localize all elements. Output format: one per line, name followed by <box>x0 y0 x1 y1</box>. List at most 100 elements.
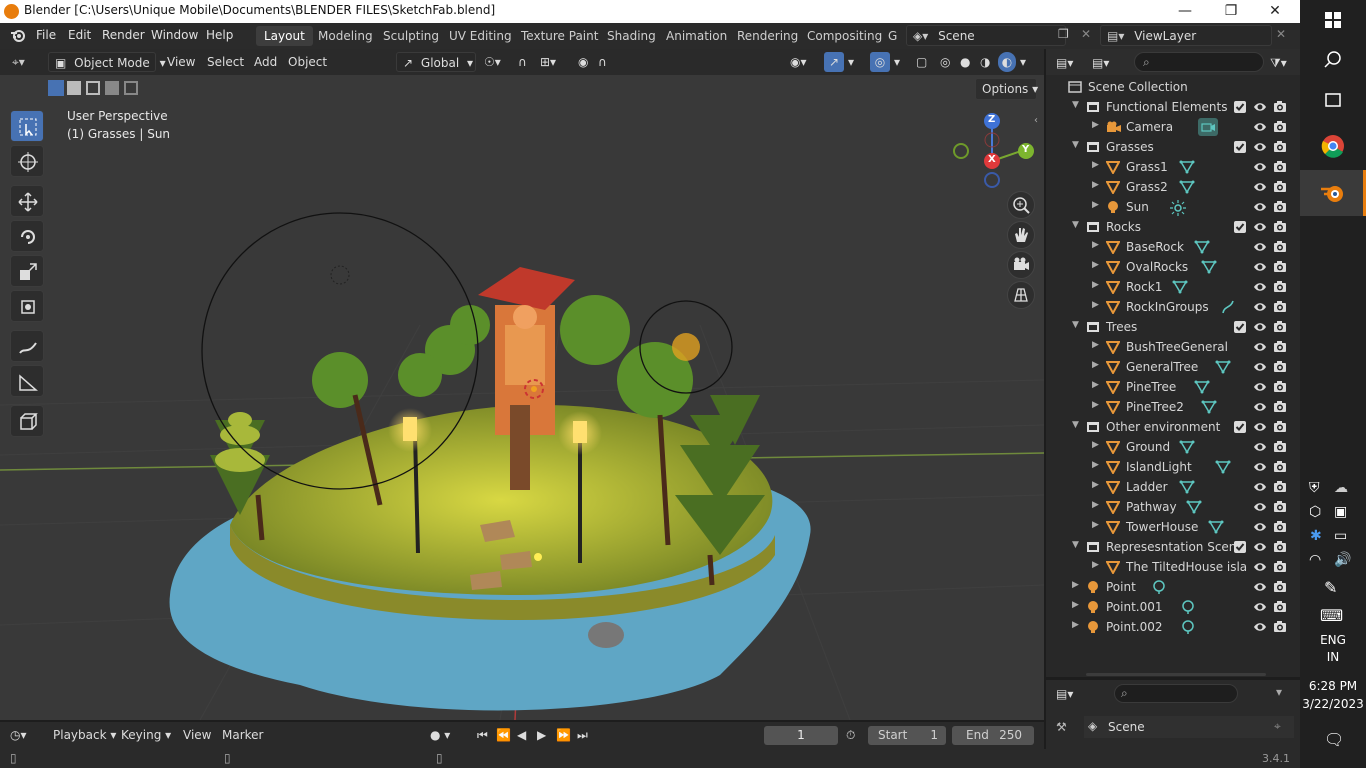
falloff-icon[interactable]: ∩ <box>598 52 607 72</box>
visibility-eye-icon[interactable] <box>1253 600 1267 614</box>
render-camera-icon[interactable] <box>1273 320 1287 334</box>
expand-arrow-down-icon[interactable]: ▼ <box>1072 540 1079 550</box>
render-camera-icon[interactable] <box>1273 360 1287 374</box>
tool-settings-icon[interactable]: ⚒ <box>1056 720 1067 734</box>
select-extend-icon[interactable] <box>67 81 81 95</box>
annotate-tool[interactable] <box>10 330 44 362</box>
expand-arrow-right-icon[interactable]: ▶ <box>1092 260 1099 270</box>
menu-file[interactable]: File <box>36 28 56 42</box>
visibility-eye-icon[interactable] <box>1253 220 1267 234</box>
visibility-eye-icon[interactable] <box>1253 620 1267 634</box>
expand-arrow-down-icon[interactable]: ▼ <box>1072 320 1079 330</box>
filter-icon[interactable]: ⧩▾ <box>1270 53 1287 73</box>
render-camera-icon[interactable] <box>1273 460 1287 474</box>
tab-sculpting[interactable]: Sculpting <box>375 26 447 46</box>
outliner-row[interactable]: ▼ Other environment <box>1046 417 1300 437</box>
select-box-tool[interactable] <box>10 110 44 142</box>
mesh-data-icon[interactable] <box>1194 380 1210 397</box>
visibility-eye-icon[interactable] <box>1253 320 1267 334</box>
keying-menu[interactable]: Keying ▾ <box>121 725 171 745</box>
outliner-row[interactable]: ▶ Grass1 <box>1046 157 1300 177</box>
expand-arrow-right-icon[interactable]: ▶ <box>1092 380 1099 390</box>
outliner-row[interactable]: ▶ Ground <box>1046 437 1300 457</box>
menu-add[interactable]: Add <box>254 52 277 72</box>
expand-arrow-down-icon[interactable]: ▼ <box>1072 420 1079 430</box>
gizmo-toggle-icon[interactable]: ↗ <box>824 52 844 72</box>
close-button[interactable]: ✕ <box>1252 0 1298 23</box>
render-camera-icon[interactable] <box>1273 340 1287 354</box>
chevron-down-icon[interactable]: ▾ <box>894 52 900 72</box>
3d-viewport[interactable]: User Perspective (1) Grasses | Sun Optio… <box>0 75 1044 720</box>
blender-taskbar-active[interactable] <box>1300 170 1366 216</box>
outliner-search-input[interactable]: ⌕ <box>1134 52 1264 72</box>
play-icon[interactable]: ▶ <box>537 725 546 745</box>
render-camera-icon[interactable] <box>1273 160 1287 174</box>
outliner-row[interactable]: ▶ Point.002 <box>1046 617 1300 637</box>
chevron-down-icon[interactable]: ▾ <box>1020 52 1026 72</box>
prev-keyframe-icon[interactable]: ⏪ <box>496 725 511 745</box>
pen-icon[interactable]: ✎ <box>1324 578 1337 597</box>
search-icon[interactable] <box>1317 44 1349 76</box>
keyboard-icon[interactable]: ⌨ <box>1320 606 1343 625</box>
clock-date[interactable]: 3/22/2023 <box>1300 697 1366 711</box>
exclude-checkbox[interactable] <box>1233 140 1247 154</box>
expand-arrow-right-icon[interactable]: ▶ <box>1092 120 1099 130</box>
outliner-row[interactable]: ▶ BaseRock <box>1046 237 1300 257</box>
expand-arrow-down-icon[interactable]: ▼ <box>1072 220 1079 230</box>
visibility-eye-icon[interactable] <box>1253 200 1267 214</box>
expand-arrow-right-icon[interactable]: ▶ <box>1092 400 1099 410</box>
outliner-row[interactable]: ▶ OvalRocks <box>1046 257 1300 277</box>
outliner-row[interactable]: ▶ GeneralTree <box>1046 357 1300 377</box>
language-label[interactable]: ENG <box>1320 633 1346 647</box>
outliner-row[interactable]: ▼ Represesntation Scene <box>1046 537 1300 557</box>
minimize-button[interactable]: — <box>1162 0 1208 23</box>
expand-arrow-right-icon[interactable]: ▶ <box>1072 600 1079 610</box>
marker-menu[interactable]: Marker <box>222 725 263 745</box>
editor-type-icon[interactable]: ⌖▾ <box>12 52 25 72</box>
outliner-row[interactable]: ▶ Rock1 <box>1046 277 1300 297</box>
render-camera-icon[interactable] <box>1273 620 1287 634</box>
tab-uv-editing[interactable]: UV Editing <box>441 26 520 46</box>
meet-now-icon[interactable]: ▣ <box>1334 504 1347 520</box>
expand-arrow-right-icon[interactable]: ▶ <box>1092 500 1099 510</box>
overlays-toggle-icon[interactable]: ◎ <box>870 52 890 72</box>
visibility-eye-icon[interactable] <box>1253 540 1267 554</box>
visibility-eye-icon[interactable] <box>1253 500 1267 514</box>
tab-compositing[interactable]: Compositing <box>799 26 890 46</box>
mesh-data-icon[interactable] <box>1194 240 1210 257</box>
mesh-data-icon[interactable] <box>1215 460 1231 477</box>
mesh-data-icon[interactable] <box>1215 360 1231 377</box>
viewlayer-selector[interactable]: ▤▾ ViewLayer <box>1100 25 1272 46</box>
solid-shading-icon[interactable]: ● <box>960 52 970 72</box>
wireframe-shading-icon[interactable]: ◎ <box>940 52 950 72</box>
visibility-eye-icon[interactable] <box>1253 560 1267 574</box>
expand-arrow-right-icon[interactable]: ▶ <box>1072 580 1079 590</box>
render-camera-icon[interactable] <box>1273 580 1287 594</box>
expand-arrow-down-icon[interactable]: ▼ <box>1072 100 1079 110</box>
render-camera-icon[interactable] <box>1273 480 1287 494</box>
playback-menu[interactable]: Playback ▾ <box>53 725 116 745</box>
tab-geometry-nodes[interactable]: G <box>880 26 905 46</box>
menu-select[interactable]: Select <box>207 52 244 72</box>
preview-range-icon[interactable]: ⏱ <box>846 725 855 745</box>
rendered-shading-icon[interactable]: ◐ <box>998 52 1016 72</box>
bluetooth-icon[interactable]: ✱ <box>1310 528 1322 544</box>
expand-arrow-down-icon[interactable]: ▼ <box>1072 140 1079 150</box>
expand-arrow-right-icon[interactable]: ▶ <box>1092 180 1099 190</box>
outliner-scrollbar[interactable] <box>1086 673 1266 676</box>
exclude-checkbox[interactable] <box>1233 320 1247 334</box>
outliner-editor-type-icon[interactable]: ▤▾ <box>1056 53 1073 73</box>
render-camera-icon[interactable] <box>1273 240 1287 254</box>
render-camera-icon[interactable] <box>1273 100 1287 114</box>
outliner-row[interactable]: ▶ RockInGroups <box>1046 297 1300 317</box>
render-camera-icon[interactable] <box>1273 520 1287 534</box>
outliner-row[interactable]: ▶ Grass2 <box>1046 177 1300 197</box>
mode-dropdown[interactable]: ▣ Object Mode ▾ <box>48 52 166 72</box>
task-view-icon[interactable] <box>1317 84 1349 116</box>
scale-tool[interactable] <box>10 255 44 287</box>
render-camera-icon[interactable] <box>1273 300 1287 314</box>
visibility-eye-icon[interactable] <box>1253 480 1267 494</box>
menu-window[interactable]: Window <box>151 28 198 42</box>
visibility-eye-icon[interactable] <box>1253 100 1267 114</box>
outliner-row[interactable]: ▶ TowerHouse <box>1046 517 1300 537</box>
